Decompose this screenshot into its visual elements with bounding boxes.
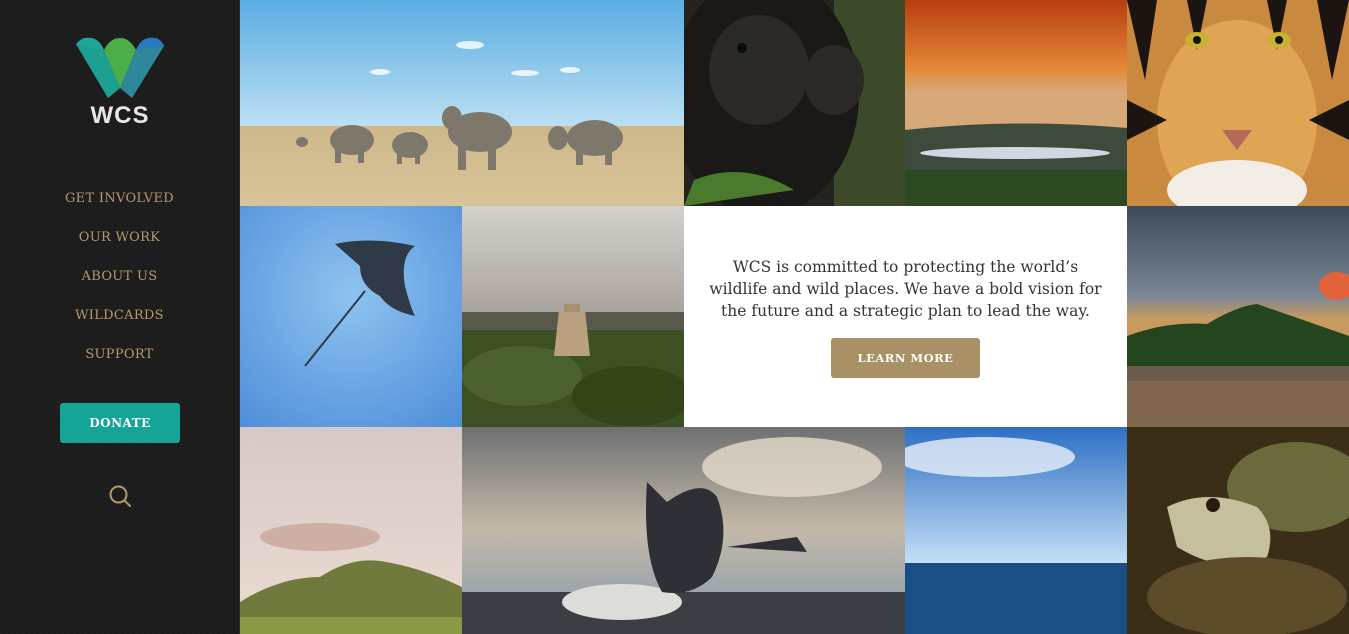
nav-item-support[interactable]: SUPPORT (0, 344, 239, 383)
photo-manta-ray[interactable] (240, 206, 462, 427)
learn-more-button[interactable]: LEARN MORE (831, 338, 980, 378)
photo-hills[interactable] (240, 427, 462, 634)
photo-ocean[interactable] (905, 427, 1127, 634)
photo-mountain-lake[interactable] (1127, 206, 1349, 427)
photo-whale[interactable] (462, 427, 905, 634)
photo-elephants[interactable] (240, 0, 684, 206)
photo-temple[interactable] (462, 206, 684, 427)
photo-sunset-lake[interactable] (905, 0, 1127, 206)
main-nav: GET INVOLVED OUR WORK ABOUT US WILDCARDS… (0, 188, 239, 383)
sidebar: WCS GET INVOLVED OUR WORK ABOUT US WILDC… (0, 0, 240, 634)
photo-tiger[interactable] (1127, 0, 1349, 206)
nav-item-get-involved[interactable]: GET INVOLVED (0, 188, 239, 227)
wcs-logo-mark-icon (76, 37, 164, 98)
mission-panel: WCS is committed to protecting the world… (684, 206, 1127, 427)
nav-item-about-us[interactable]: ABOUT US (0, 266, 239, 305)
nav-item-wildcards[interactable]: WILDCARDS (0, 305, 239, 344)
donate-button[interactable]: DONATE (60, 403, 180, 443)
mission-text: WCS is committed to protecting the world… (709, 258, 1102, 320)
nav-item-our-work[interactable]: OUR WORK (0, 227, 239, 266)
photo-gorilla[interactable] (684, 0, 905, 206)
photo-turtle[interactable] (1127, 427, 1349, 634)
wcs-logo[interactable]: WCS (74, 36, 166, 132)
logo-text: WCS (90, 102, 150, 129)
search-icon[interactable] (108, 484, 132, 508)
